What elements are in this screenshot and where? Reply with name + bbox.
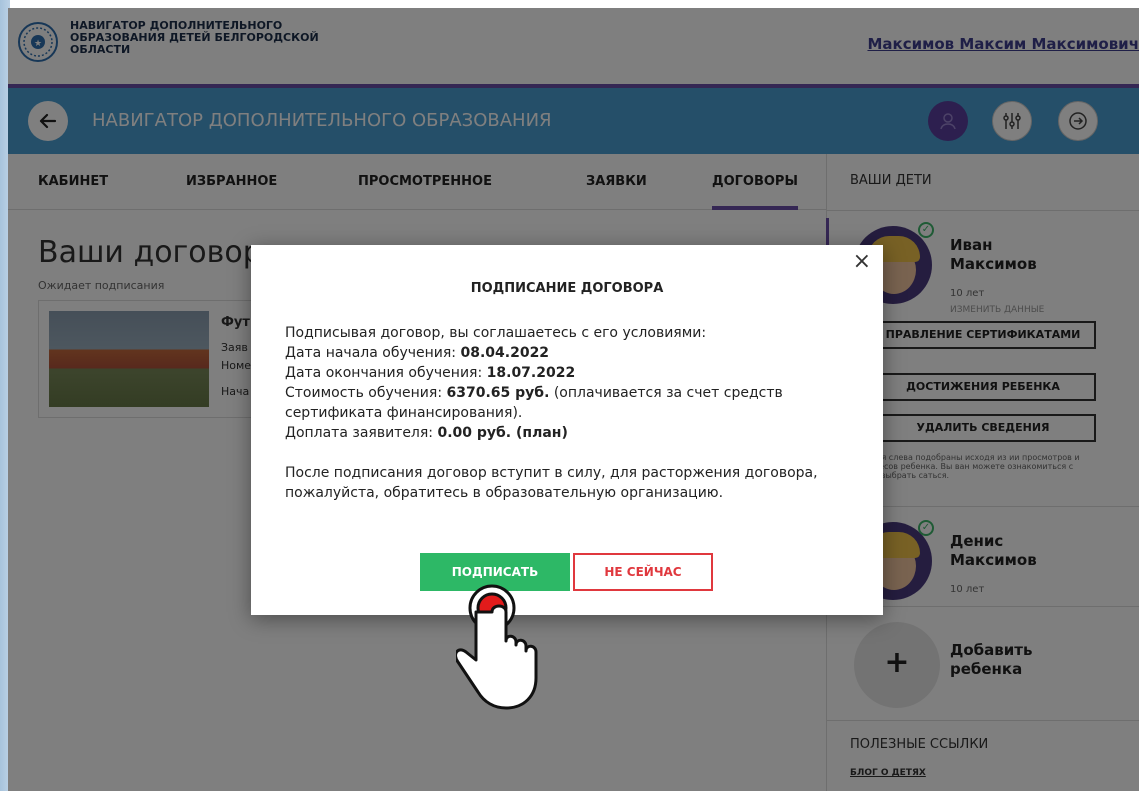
cost-line: Стоимость обучения: 6370.65 руб. (оплачи…: [285, 385, 783, 421]
start-date-line: Дата начала обучения: 08.04.2022: [285, 345, 550, 361]
surcharge-value: 0.00 руб. (план): [437, 425, 568, 441]
pointing-hand-icon: [456, 584, 538, 710]
not-now-button[interactable]: НЕ СЕЙЧАС: [573, 553, 713, 591]
dialog-body: Подписывая договор, вы соглашаетесь с ег…: [285, 323, 855, 503]
start-date-value: 08.04.2022: [460, 345, 550, 361]
sign-contract-dialog: × ПОДПИСАНИЕ ДОГОВОРА Подписывая договор…: [251, 245, 883, 615]
app-window: ★ НАВИГАТОР ДОПОЛНИТЕЛЬНОГО ОБРАЗОВАНИЯ …: [8, 8, 1139, 791]
after-signing-text: После подписания договор вступит в силу,…: [285, 465, 818, 501]
close-icon[interactable]: ×: [853, 251, 871, 273]
surcharge-line: Доплата заявителя: 0.00 руб. (план): [285, 425, 568, 441]
cost-value: 6370.65 руб.: [446, 385, 550, 401]
dialog-title: ПОДПИСАНИЕ ДОГОВОРА: [470, 281, 664, 296]
end-date-line: Дата окончания обучения: 18.07.2022: [285, 365, 576, 381]
intro-text: Подписывая договор, вы соглашаетесь с ег…: [285, 325, 707, 341]
end-date-value: 18.07.2022: [486, 365, 576, 381]
